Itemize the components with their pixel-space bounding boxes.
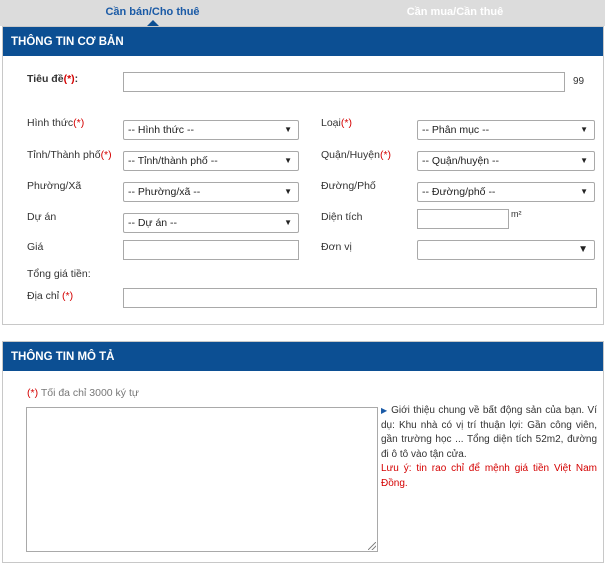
- price-unit-label: Đơn vị: [321, 241, 352, 253]
- title-label: Tiêu đề(*):: [27, 73, 79, 85]
- street-select[interactable]: -- Đường/phố -- ▼: [417, 182, 595, 202]
- chevron-down-icon: ▼: [284, 187, 292, 196]
- basic-info-panel: THÔNG TIN CƠ BẢN Tiêu đề(*): 99 Hình thứ…: [2, 26, 604, 325]
- chevron-down-icon: ▼: [580, 125, 588, 134]
- street-label: Đường/Phố: [321, 180, 376, 192]
- description-limit-note: (*) Tối đa chỉ 3000 ký tự: [27, 387, 139, 399]
- district-select[interactable]: -- Quận/huyện -- ▼: [417, 151, 595, 171]
- project-select[interactable]: -- Dự án -- ▼: [123, 213, 299, 233]
- price-label: Giá: [27, 241, 44, 253]
- address-label: Địa chỉ (*): [27, 290, 74, 302]
- chevron-down-icon: ▼: [284, 218, 292, 227]
- price-unit-select[interactable]: ▼: [417, 240, 595, 260]
- province-label: Tỉnh/Thành phố(*): [27, 149, 112, 161]
- hint-bullet-icon: ▶: [381, 406, 388, 415]
- chevron-down-icon: ▼: [284, 156, 292, 165]
- description-hint: ▶ Giới thiệu chung về bất động sản của b…: [381, 405, 597, 489]
- title-char-counter: 99: [573, 76, 585, 87]
- chevron-down-icon: ▼: [580, 156, 588, 165]
- district-label: Quận/Huyện(*): [321, 149, 392, 161]
- title-input[interactable]: [123, 72, 565, 92]
- resize-grip-icon[interactable]: [368, 542, 376, 550]
- description-panel: THÔNG TIN MÔ TẢ (*) Tối đa chỉ 3000 ký t…: [2, 341, 604, 563]
- currency-warning: Lưu ý: tin rao chỉ để mệnh giá tiền Việt…: [381, 463, 597, 489]
- tab-buy-rent[interactable]: Cần mua/Cần thuê: [305, 0, 605, 26]
- type-label: Hình thức(*): [27, 117, 85, 129]
- description-textarea[interactable]: [26, 407, 378, 552]
- total-price-label: Tổng giá tiền:: [27, 268, 91, 280]
- area-input[interactable]: [417, 209, 509, 229]
- chevron-down-icon: ▼: [578, 244, 588, 255]
- area-unit: m²: [511, 209, 522, 219]
- category-select[interactable]: -- Phân mục -- ▼: [417, 120, 595, 140]
- area-label: Diện tích: [321, 211, 363, 223]
- price-input[interactable]: [123, 240, 299, 260]
- province-select[interactable]: -- Tỉnh/thành phố -- ▼: [123, 151, 299, 171]
- ward-select[interactable]: -- Phường/xã -- ▼: [123, 182, 299, 202]
- type-select[interactable]: -- Hình thức -- ▼: [123, 120, 299, 140]
- ward-label: Phường/Xã: [27, 180, 82, 192]
- basic-info-header: THÔNG TIN CƠ BẢN: [3, 27, 603, 56]
- address-input[interactable]: [123, 288, 597, 308]
- chevron-down-icon: ▼: [580, 187, 588, 196]
- project-label: Dự án: [27, 211, 57, 223]
- category-label: Loại(*): [321, 117, 352, 129]
- description-header: THÔNG TIN MÔ TẢ: [3, 342, 603, 371]
- chevron-down-icon: ▼: [284, 125, 292, 134]
- listing-type-tabs: Cần bán/Cho thuê Cần mua/Cần thuê: [0, 0, 605, 26]
